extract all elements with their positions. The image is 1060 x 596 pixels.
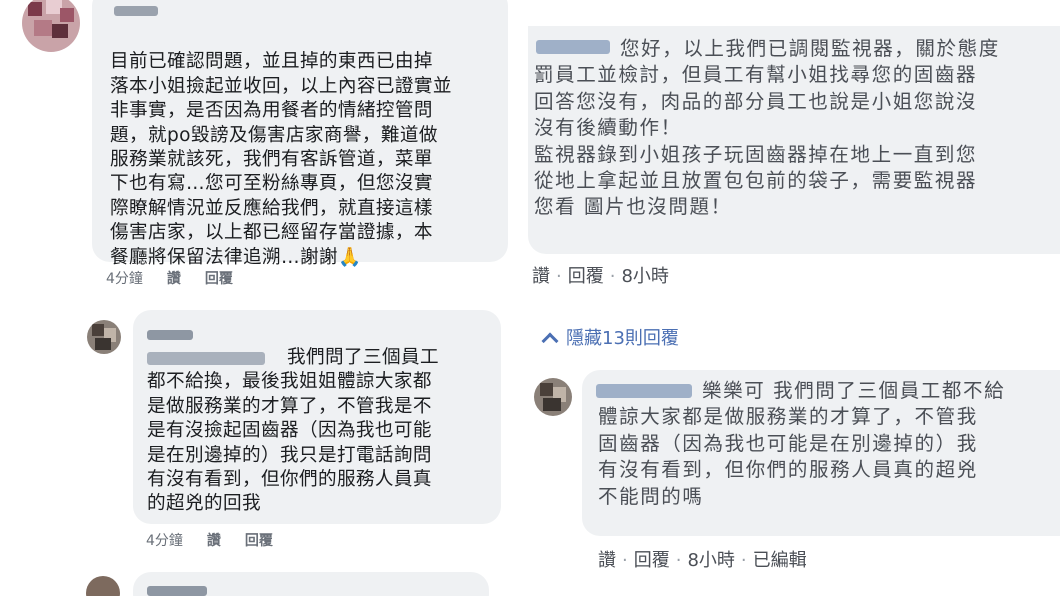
right-screenshot-panel: 您好，以上我們已調閱監視器，關於態度 罰員工並檢討，但員工有幫小姐找尋您的固齒器…: [528, 0, 1060, 596]
reply-bubble: 樂樂可 我們問了三個員工都不給 體諒大家都是做服務業的才算了，不管我 固齒器（因…: [582, 370, 1060, 536]
comment-text: 您好，以上我們已調閱監視器，關於態度 罰員工並檢討，但員工有幫小姐找尋您的固齒器…: [534, 37, 1000, 219]
comment-time[interactable]: 4分鐘: [106, 271, 143, 287]
commenter-name[interactable]: [147, 586, 207, 596]
reply-link[interactable]: 回覆: [245, 533, 273, 549]
next-comment-bubble: [133, 572, 489, 596]
like-link[interactable]: 讚: [532, 266, 550, 287]
avatar[interactable]: [86, 576, 120, 596]
avatar[interactable]: [22, 0, 80, 52]
like-link[interactable]: 讚: [207, 533, 221, 549]
folded-hands-icon: 🙏: [337, 246, 362, 268]
like-link[interactable]: 讚: [167, 271, 181, 287]
commenter-name[interactable]: [114, 6, 158, 16]
comment-actions: 4分鐘 讚 回覆: [106, 268, 257, 288]
comment-time[interactable]: 8小時: [621, 266, 668, 287]
reply-link[interactable]: 回覆: [568, 266, 604, 287]
left-screenshot-panel: 目前已確認問題，並且掉的東西已由掉 落本小姐撿起並收回，以上內容已證實並 非事實…: [0, 0, 522, 596]
reply-link[interactable]: 回覆: [205, 271, 233, 287]
reply-text: 我們問了三個員工 都不給換，最後我姐姐體諒大家都 是做服務業的才算了，不管我是不…: [147, 347, 439, 515]
reply-time[interactable]: 4分鐘: [146, 533, 183, 549]
avatar[interactable]: [87, 320, 121, 354]
chevron-up-icon: [541, 332, 559, 350]
avatar[interactable]: [534, 378, 572, 416]
reply-bubble: 我們問了三個員工 都不給換，最後我姐姐體諒大家都 是做服務業的才算了，不管我是不…: [133, 310, 501, 524]
like-link[interactable]: 讚: [598, 550, 616, 571]
comment-bubble: 目前已確認問題，並且掉的東西已由掉 落本小姐撿起並收回，以上內容已證實並 非事實…: [92, 0, 508, 268]
edited-label: 已編輯: [752, 550, 807, 571]
reply-text: 樂樂可 我們問了三個員工都不給 體諒大家都是做服務業的才算了，不管我 固齒器（因…: [598, 379, 1006, 508]
reply-actions: 讚 · 回覆 · 8小時 · 已編輯: [598, 550, 807, 571]
comment-time[interactable]: 8小時: [687, 550, 734, 571]
comment-text: 目前已確認問題，並且掉的東西已由掉 落本小姐撿起並收回，以上內容已證實並 非事實…: [110, 51, 452, 268]
comment-actions: 讚 · 回覆 · 8小時: [532, 266, 669, 287]
comment-bubble: 您好，以上我們已調閱監視器，關於態度 罰員工並檢討，但員工有幫小姐找尋您的固齒器…: [528, 26, 1060, 254]
reply-actions: 4分鐘 讚 回覆: [146, 530, 297, 550]
reply-link[interactable]: 回覆: [634, 550, 670, 571]
commenter-name[interactable]: [147, 330, 193, 340]
hide-replies-link[interactable]: 隱藏13則回覆: [540, 324, 679, 350]
